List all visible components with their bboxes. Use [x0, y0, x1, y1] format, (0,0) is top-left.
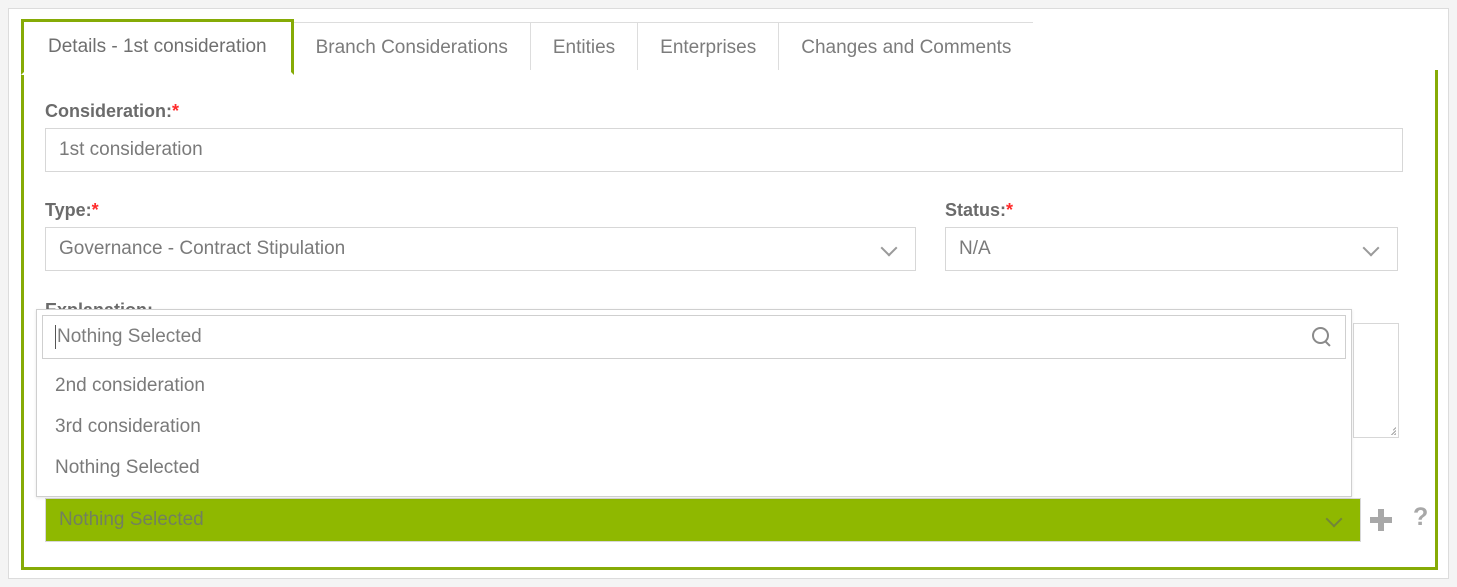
tab-strip: Details - 1st consideration Branch Consi…	[21, 15, 1438, 75]
tab-details-1st-consideration[interactable]: Details - 1st consideration	[21, 19, 294, 75]
required-asterisk: *	[91, 200, 99, 220]
chevron-down-icon	[882, 241, 898, 257]
type-value: Governance - Contract Stipulation	[59, 238, 346, 259]
dropdown-option-list: 2nd consideration 3rd consideration Noth…	[37, 359, 1351, 496]
consideration-label: Consideration:*	[45, 101, 179, 122]
dropdown-option[interactable]: 3rd consideration	[37, 406, 1351, 447]
help-button[interactable]: ?	[1413, 505, 1428, 530]
consideration-value: 1st consideration	[59, 139, 203, 160]
tab-changes-and-comments[interactable]: Changes and Comments	[778, 22, 1035, 75]
tab-entities[interactable]: Entities	[529, 22, 639, 75]
consideration-dropdown-panel: 2nd consideration 3rd consideration Noth…	[36, 309, 1352, 497]
required-asterisk: *	[172, 101, 180, 121]
dropdown-option[interactable]: 2nd consideration	[37, 365, 1351, 406]
tab-label: Branch Considerations	[315, 36, 508, 58]
tab-enterprises[interactable]: Enterprises	[637, 22, 780, 75]
tab-strip-filler	[1033, 22, 1438, 75]
dropdown-option[interactable]: Nothing Selected	[37, 447, 1351, 488]
linked-consideration-select[interactable]: Nothing Selected	[45, 498, 1361, 542]
type-select[interactable]: Governance - Contract Stipulation	[45, 227, 916, 271]
type-label-text: Type:	[45, 200, 92, 220]
tab-label: Changes and Comments	[801, 36, 1012, 58]
consideration-input[interactable]: 1st consideration	[45, 128, 1403, 172]
chevron-down-icon	[1327, 512, 1343, 528]
resize-grip-icon[interactable]	[1384, 423, 1396, 435]
chevron-down-icon	[1364, 241, 1380, 257]
status-select[interactable]: N/A	[945, 227, 1398, 271]
text-caret	[55, 325, 56, 349]
dropdown-search-row[interactable]	[42, 315, 1346, 359]
status-value: N/A	[959, 238, 991, 259]
status-label: Status:*	[945, 200, 1013, 221]
tab-label: Enterprises	[660, 36, 757, 58]
dropdown-search-input[interactable]	[57, 326, 1311, 348]
explanation-textarea[interactable]	[1353, 323, 1399, 438]
required-asterisk: *	[1006, 200, 1014, 220]
type-label: Type:*	[45, 200, 99, 221]
tab-label: Entities	[552, 36, 616, 58]
status-label-text: Status:	[945, 200, 1007, 220]
tab-branch-considerations[interactable]: Branch Considerations	[292, 22, 531, 75]
linked-consideration-value: Nothing Selected	[59, 509, 204, 530]
application-window: Details - 1st consideration Branch Consi…	[8, 8, 1449, 579]
consideration-label-text: Consideration:	[45, 101, 173, 121]
search-icon[interactable]	[1311, 326, 1333, 348]
tab-label: Details - 1st consideration	[48, 36, 267, 57]
add-row-button[interactable]	[1370, 509, 1392, 531]
